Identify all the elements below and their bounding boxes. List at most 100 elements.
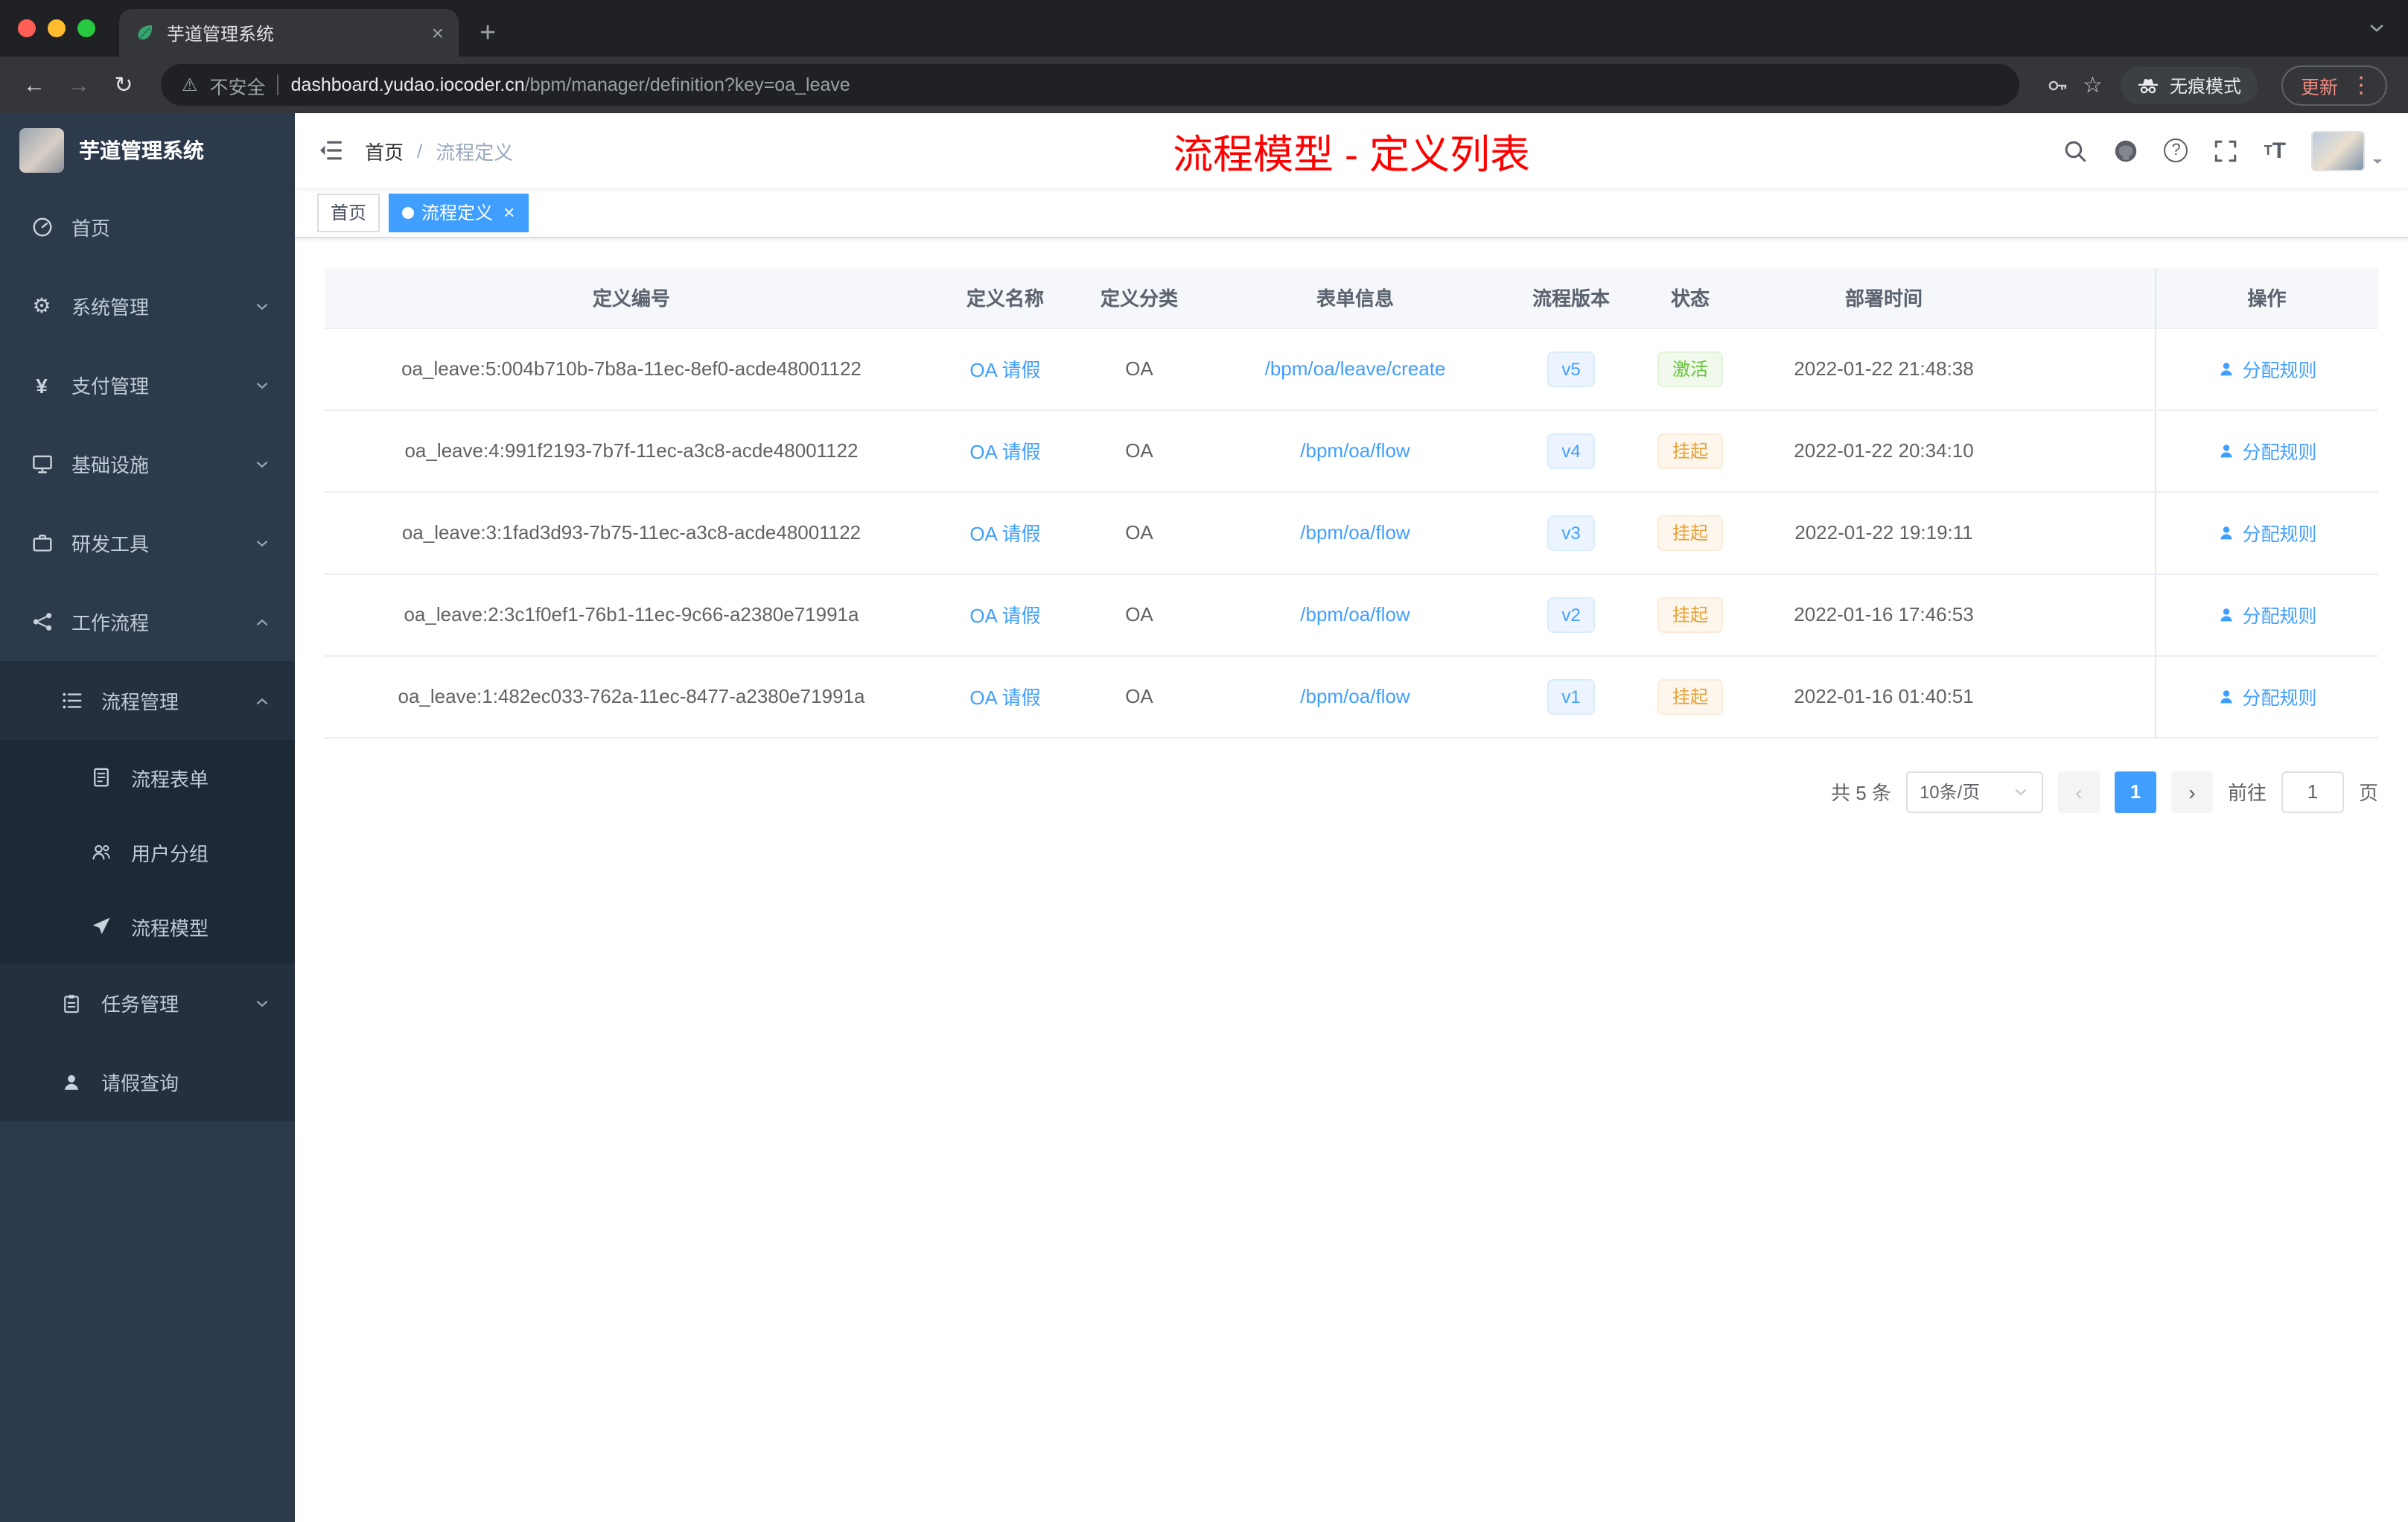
chevron-down-icon [253,297,271,315]
tag-home[interactable]: 首页 [317,193,380,232]
new-tab-button[interactable]: + [480,19,496,48]
minimize-window-button[interactable] [48,19,66,37]
dashboard-icon [30,216,54,238]
breadcrumb-current: 流程定义 [436,141,514,163]
forward-icon[interactable]: → [60,72,98,98]
definition-name-link[interactable]: OA 请假 [969,359,1040,381]
incognito-badge: 无痕模式 [2120,66,2258,104]
assign-rule-link[interactable]: 分配规则 [2217,436,2317,465]
version-tag: v5 [1547,351,1596,386]
zoom-window-button[interactable] [77,19,95,37]
tab-strip: 芋道管理系统 × + [0,0,2408,57]
sidebar-item-process-management[interactable]: 流程管理 [0,661,295,740]
process-management-submenu: 流程表单 用户分组 流程模型 [0,740,295,964]
form-link[interactable]: /bpm/oa/flow [1300,685,1410,707]
column-spacer [2025,268,2155,328]
definition-name-link[interactable]: OA 请假 [969,605,1040,627]
sidebar-item-infrastructure[interactable]: 基础设施 [0,424,295,503]
sidebar-item-payment[interactable]: ¥ 支付管理 [0,346,295,424]
page-size-value: 10条/页 [1919,782,1981,803]
fullscreen-icon[interactable] [2214,138,2239,163]
sidebar-item-label: 系统管理 [71,296,150,319]
sidebar-item-leave-query[interactable]: 请假查询 [0,1042,295,1121]
pagination: 共 5 条 10条/页 ‹ 1 › 前往 页 [325,771,2378,812]
definition-id: oa_leave:2:3c1f0ef1-76b1-11ec-9c66-a2380… [325,573,938,656]
column-actions: 操作 [2154,268,2378,328]
sidebar-item-label: 流程表单 [131,768,209,790]
back-icon[interactable]: ← [15,72,54,98]
bookmark-star-icon[interactable]: ☆ [2083,71,2103,98]
deploy-time: 2022-01-16 17:46:53 [1742,573,2025,656]
help-icon[interactable]: ? [2164,138,2188,162]
close-window-button[interactable] [18,19,36,37]
assign-rule-label: 分配规则 [2242,442,2317,463]
assign-rule-link[interactable]: 分配规则 [2217,682,2317,710]
sidebar-item-dev-tools[interactable]: 研发工具 [0,503,295,582]
form-link[interactable]: /bpm/oa/flow [1300,603,1410,625]
chevron-up-icon [253,692,271,710]
definition-name-link[interactable]: OA 请假 [969,523,1040,545]
sidebar-fold-icon[interactable] [317,137,344,164]
tab-close-icon[interactable]: × [432,22,444,43]
font-size-icon[interactable]: TT [2264,139,2286,162]
avatar[interactable] [2311,130,2365,171]
url-path: /bpm/manager/definition?key=oa_leave [524,74,850,95]
assign-rule-link[interactable]: 分配规则 [2217,600,2317,628]
page-button-1[interactable]: 1 [2114,771,2156,812]
leaf-favicon-icon [134,22,155,43]
next-icon: › [2188,780,2196,803]
column-form-info: 表单信息 [1206,268,1504,328]
sidebar-item-system[interactable]: ⚙ 系统管理 [0,267,295,346]
goto-label: 前往 [2227,782,2267,804]
browser-menu-icon[interactable]: ⋮ [2345,71,2377,98]
navbar: 首页 / 流程定义 流程模型 - 定义列表 ? T T [295,113,2408,188]
tab-title: 芋道管理系统 [167,23,275,44]
sidebar-item-process-form[interactable]: 流程表单 [0,740,295,815]
github-icon[interactable] [2114,138,2139,163]
definition-name-link[interactable]: OA 请假 [969,687,1040,709]
browser-tab[interactable]: 芋道管理系统 × [119,9,459,57]
document-icon [89,767,113,788]
reload-icon[interactable]: ↻ [104,71,143,98]
table-header-row: 定义编号 定义名称 定义分类 表单信息 流程版本 状态 部署时间 操作 [325,268,2378,328]
next-page-button[interactable]: › [2170,771,2213,812]
status-tag: 挂起 [1657,515,1723,550]
definition-category: OA [1072,328,1206,410]
assign-rule-link[interactable]: 分配规则 [2217,518,2317,547]
page-size-select[interactable]: 10条/页 [1905,771,2043,812]
tab-search-chevron-icon[interactable] [2366,18,2387,39]
user-menu[interactable] [2311,130,2386,171]
address-bar[interactable]: ⚠ 不安全 dashboard.yudao.iocoder.cn/bpm/man… [161,64,2019,106]
sidebar-item-workflow[interactable]: 工作流程 [0,582,295,661]
search-icon[interactable] [2063,138,2089,163]
assign-rule-label: 分配规则 [2242,360,2317,381]
sidebar-item-label: 基础设施 [71,454,150,477]
status-tag: 挂起 [1657,678,1723,714]
column-definition-name: 定义名称 [938,268,1072,328]
chevron-down-icon [2012,783,2030,800]
sidebar-item-process-model[interactable]: 流程模型 [0,889,295,964]
key-icon[interactable] [2045,74,2068,96]
sidebar-item-user-groups[interactable]: 用户分组 [0,815,295,889]
update-browser-button[interactable]: 更新 ⋮ [2281,65,2387,105]
goto-page-input[interactable] [2281,771,2344,812]
sidebar-item-home[interactable]: 首页 [0,188,295,267]
deploy-time: 2022-01-22 20:34:10 [1742,410,2025,492]
breadcrumb-home[interactable]: 首页 [365,136,404,165]
deploy-time: 2022-01-22 21:48:38 [1742,328,2025,410]
tag-close-icon[interactable]: × [503,203,515,222]
tag-process-definition[interactable]: 流程定义 × [389,193,529,232]
prev-page-button[interactable]: ‹ [2057,771,2100,812]
person-icon [2220,690,2232,703]
assign-rule-link[interactable]: 分配规则 [2217,354,2317,383]
form-link[interactable]: /bpm/oa/leave/create [1265,357,1446,380]
person-icon [2220,608,2232,621]
form-link[interactable]: /bpm/oa/flow [1300,439,1410,462]
url-domain: dashboard.yudao.iocoder.cn [290,74,525,95]
form-link[interactable]: /bpm/oa/flow [1300,521,1410,544]
incognito-label: 无痕模式 [2169,75,2241,96]
definition-name-link[interactable]: OA 请假 [969,441,1040,463]
sidebar-item-task-management[interactable]: 任务管理 [0,964,295,1042]
definition-category: OA [1072,573,1206,656]
security-label[interactable]: 不安全 [210,71,266,99]
